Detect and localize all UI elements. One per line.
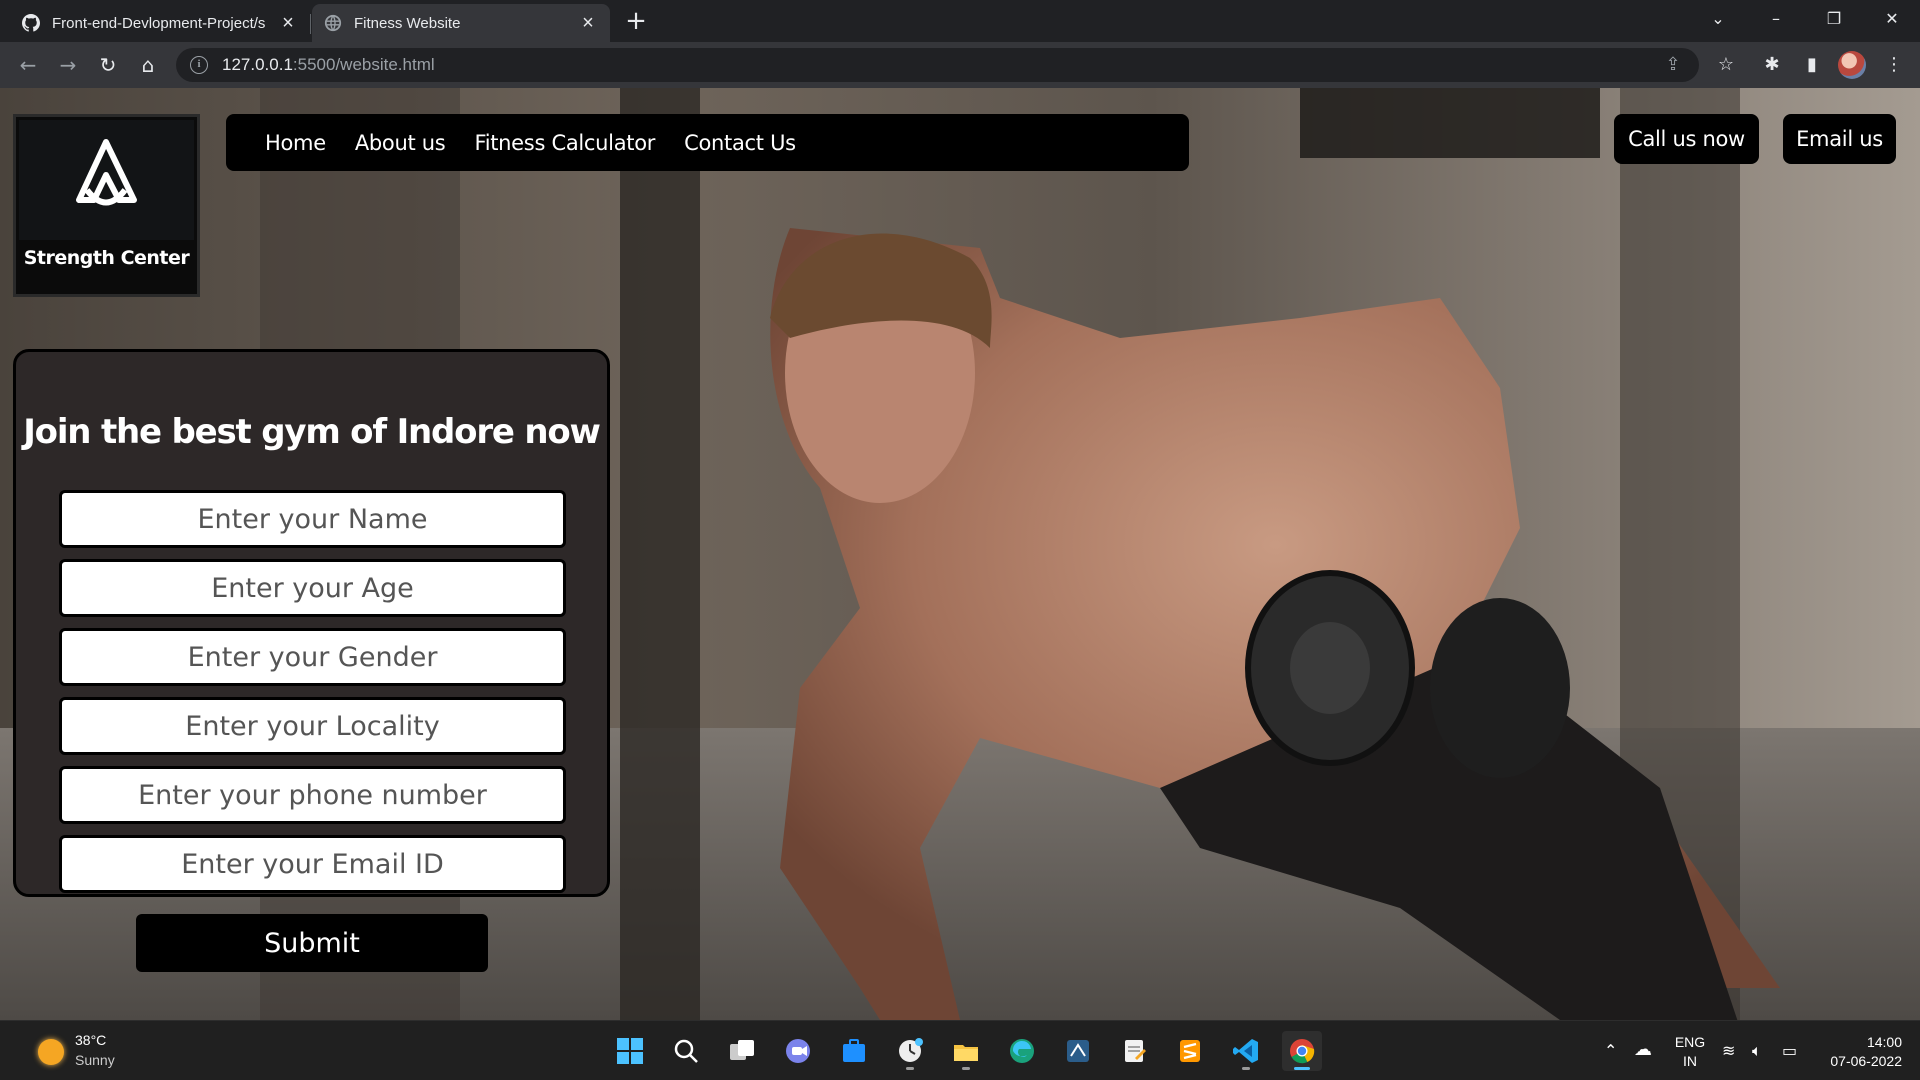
clock-app-icon[interactable] — [890, 1031, 930, 1071]
email-us-button[interactable]: Email us — [1783, 114, 1896, 164]
new-tab-button[interactable]: + — [622, 8, 650, 36]
region-code: IN — [1683, 1053, 1697, 1069]
volume-icon[interactable]: 🔈︎ — [1752, 1041, 1762, 1061]
windows-start-icon[interactable] — [610, 1031, 650, 1071]
sublime-text-icon[interactable] — [1170, 1031, 1210, 1071]
system-clock[interactable]: 14:00 07-06-2022 — [1812, 1033, 1902, 1071]
clock-date: 07-06-2022 — [1830, 1053, 1902, 1069]
home-button[interactable]: ⌂ — [134, 51, 162, 79]
language-code: ENG — [1674, 1034, 1706, 1050]
close-window-button[interactable]: ✕ — [1864, 0, 1920, 38]
url-text: 127.0.0.1:5500/website.html — [222, 55, 435, 74]
chrome-icon[interactable] — [1282, 1031, 1322, 1071]
running-indicator — [1242, 1067, 1250, 1070]
tab-title: Front-end-Devlopment-Project/s — [52, 14, 266, 32]
globe-icon — [324, 14, 342, 32]
github-icon — [22, 14, 40, 32]
running-indicator — [962, 1067, 970, 1070]
form-title: Join the best gym of Indore now — [23, 412, 601, 452]
active-indicator — [1294, 1067, 1310, 1070]
notepad-icon[interactable] — [1114, 1031, 1154, 1071]
logo-mark-icon — [19, 120, 194, 240]
site-info-icon[interactable]: i — [190, 56, 208, 74]
minimize-button[interactable]: – — [1748, 0, 1804, 38]
forward-button[interactable]: → — [54, 51, 82, 79]
tab-title: Fitness Website — [354, 14, 461, 32]
tab-github[interactable]: Front-end-Devlopment-Project/s × — [10, 4, 310, 42]
sun-icon[interactable] — [38, 1039, 64, 1065]
submit-button[interactable]: Submit — [136, 914, 488, 972]
task-view-icon[interactable] — [722, 1031, 762, 1071]
brand-name: Strength Center — [23, 247, 190, 269]
gender-field[interactable] — [59, 628, 566, 686]
share-icon[interactable]: ⇪ — [1658, 48, 1688, 82]
running-indicator — [906, 1067, 914, 1070]
onedrive-cloud-icon[interactable]: ☁ — [1634, 1039, 1652, 1060]
locality-field[interactable] — [59, 697, 566, 755]
reload-button[interactable]: ↻ — [94, 51, 122, 79]
age-field[interactable] — [59, 559, 566, 617]
app-icon[interactable] — [1058, 1031, 1098, 1071]
windows-taskbar: 38°C Sunny ⌃ ☁ ENG IN ≋ 🔈︎ ▭ 14:00 07-06… — [0, 1020, 1920, 1080]
browser-tab-strip: Front-end-Devlopment-Project/s × Fitness… — [0, 0, 1920, 42]
weather-temp[interactable]: 38°C — [75, 1032, 106, 1048]
page-viewport: Strength Center Home About us Fitness Ca… — [0, 88, 1920, 1020]
address-bar[interactable]: i 127.0.0.1:5500/website.html ⇪ — [176, 48, 1699, 82]
email-field[interactable] — [59, 835, 566, 893]
close-icon[interactable]: × — [578, 12, 598, 35]
teams-chat-icon[interactable] — [778, 1031, 818, 1071]
profile-avatar[interactable] — [1838, 51, 1866, 79]
file-explorer-icon[interactable] — [946, 1031, 986, 1071]
tab-separator — [310, 14, 311, 34]
language-indicator[interactable]: ENG IN — [1672, 1033, 1708, 1071]
nav-about-us[interactable]: About us — [355, 131, 446, 155]
back-button[interactable]: ← — [14, 51, 42, 79]
clock-time: 14:00 — [1866, 1034, 1902, 1050]
main-nav: Home About us Fitness Calculator Contact… — [226, 114, 1189, 171]
nav-home[interactable]: Home — [265, 131, 326, 155]
vscode-icon[interactable] — [1226, 1031, 1266, 1071]
edge-icon[interactable] — [1002, 1031, 1042, 1071]
close-icon[interactable]: × — [278, 12, 298, 35]
weather-condition[interactable]: Sunny — [75, 1052, 115, 1068]
wifi-icon[interactable]: ≋ — [1722, 1041, 1735, 1060]
menu-icon[interactable]: ⋮ — [1880, 51, 1908, 79]
extensions-icon[interactable]: ✱ — [1758, 51, 1786, 79]
brand-logo[interactable]: Strength Center — [13, 114, 200, 297]
store-icon[interactable] — [834, 1031, 874, 1071]
nav-contact-us[interactable]: Contact Us — [684, 131, 796, 155]
call-us-button[interactable]: Call us now — [1614, 114, 1759, 164]
restore-button[interactable]: ❐ — [1806, 0, 1862, 38]
tab-search-icon[interactable]: ⌄ — [1690, 0, 1746, 38]
search-icon[interactable] — [666, 1031, 706, 1071]
chevron-up-icon[interactable]: ⌃ — [1604, 1041, 1617, 1060]
battery-icon[interactable]: ▭ — [1782, 1041, 1797, 1060]
side-panel-icon[interactable]: ▮ — [1798, 51, 1826, 79]
nav-fitness-calculator[interactable]: Fitness Calculator — [474, 131, 655, 155]
browser-toolbar: ← → ↻ ⌂ i 127.0.0.1:5500/website.html ⇪ … — [0, 42, 1920, 88]
tab-fitness-website[interactable]: Fitness Website × — [312, 4, 610, 42]
signup-form: Join the best gym of Indore now Submit — [13, 349, 610, 972]
phone-field[interactable] — [59, 766, 566, 824]
bookmark-star-icon[interactable]: ☆ — [1712, 51, 1740, 79]
name-field[interactable] — [59, 490, 566, 548]
